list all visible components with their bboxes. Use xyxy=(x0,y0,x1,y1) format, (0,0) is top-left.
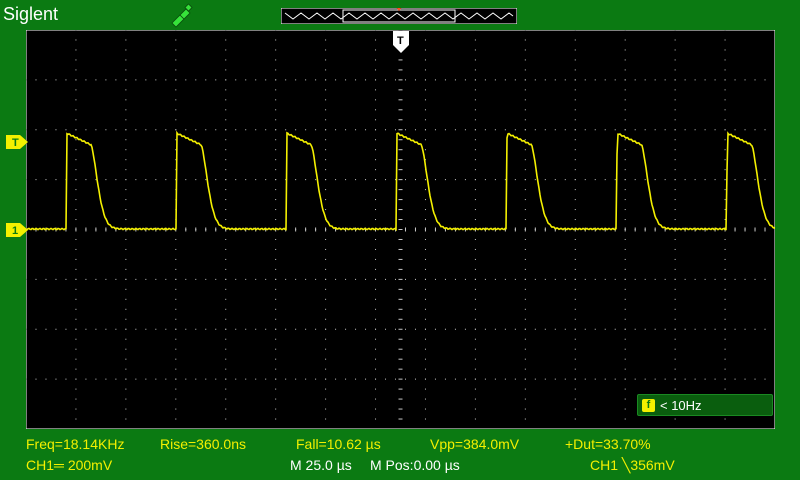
measure-freq: Freq=18.14KHz xyxy=(26,436,125,452)
trigger-position-marker[interactable]: T xyxy=(393,31,409,53)
measure-duty: +Dut=33.70% xyxy=(565,436,651,452)
memory-depth-bar xyxy=(281,8,517,24)
trigger-status: CH1 ╲356mV xyxy=(590,457,675,473)
usb-icon xyxy=(171,3,193,28)
ch1-scale: CH1═ 200mV xyxy=(26,457,113,473)
frequency-counter-value: < 10Hz xyxy=(660,398,702,413)
frequency-counter: f < 10Hz xyxy=(637,394,773,416)
trigger-level-label: T xyxy=(12,137,19,149)
trigger-position-label: T xyxy=(397,35,404,47)
oscilloscope-screen: Siglent T 1 T f < 10Hz Freq=18.14KHz Ris… xyxy=(0,0,800,480)
brand-logo: Siglent xyxy=(3,4,59,24)
frequency-icon: f xyxy=(642,399,655,412)
waveform-grid xyxy=(26,30,775,429)
channel1-ground-marker[interactable]: 1 xyxy=(6,223,28,237)
measure-rise: Rise=360.0ns xyxy=(160,436,247,452)
timebase: M 25.0 µs xyxy=(290,457,352,473)
measure-vpp: Vpp=384.0mV xyxy=(430,436,520,452)
waveform-display[interactable] xyxy=(26,30,775,429)
measure-fall: Fall=10.62 µs xyxy=(296,436,381,452)
horizontal-position: M Pos:0.00 µs xyxy=(370,457,460,473)
channel1-ground-label: 1 xyxy=(12,225,18,237)
trigger-level-marker[interactable]: T xyxy=(6,135,28,149)
